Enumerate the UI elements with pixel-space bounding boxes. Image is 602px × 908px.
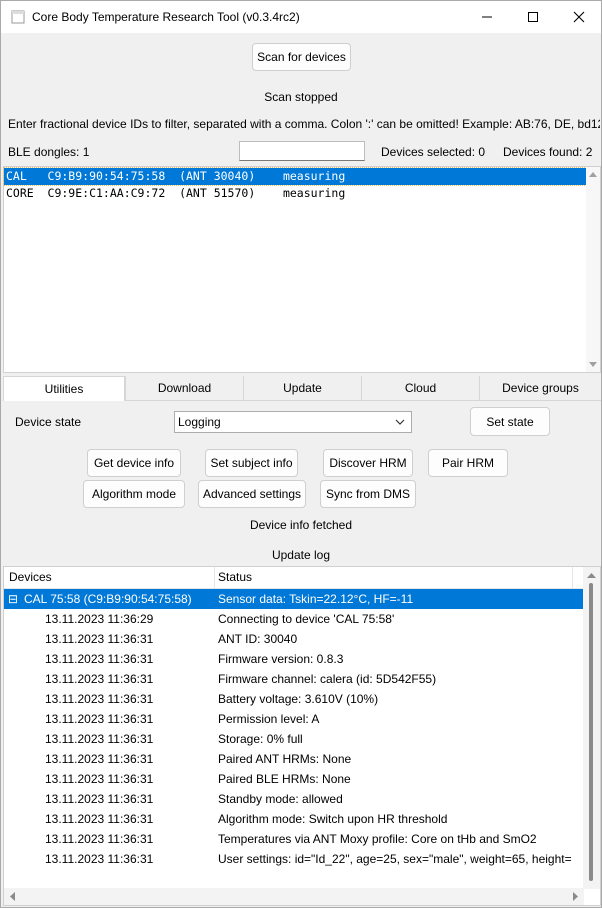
log-row[interactable]: 13.11.2023 11:36:31 Battery voltage: 3.61… (4, 689, 584, 709)
device-row[interactable]: CORE C9:9E:C1:AA:C9:72 (ANT 51570) measu… (4, 185, 586, 202)
tab-device-groups[interactable]: Device groups (479, 376, 601, 401)
log-row[interactable]: 13.11.2023 11:36:31 Storage: 0% full (4, 729, 584, 749)
log-status: Temperatures via ANT Moxy profile: Core … (218, 832, 537, 846)
log-vertical-scrollbar[interactable] (583, 567, 600, 889)
log-row[interactable]: 13.11.2023 11:36:31 Standby mode: allowed (4, 789, 584, 809)
log-time: 13.11.2023 11:36:31 (45, 692, 154, 706)
ble-dongles-label: BLE dongles: 1 (8, 145, 90, 159)
scroll-left-icon[interactable] (9, 892, 15, 901)
update-log-title: Update log (271, 548, 331, 562)
column-header-status[interactable]: Status (218, 570, 252, 584)
column-header-devices[interactable]: Devices (9, 570, 52, 584)
log-time: 13.11.2023 11:36:31 (45, 772, 154, 786)
scroll-down-icon[interactable] (589, 362, 597, 368)
log-row[interactable]: 13.11.2023 11:36:31 Permission level: A (4, 709, 584, 729)
devices-found-label: Devices found: 2 (503, 145, 593, 159)
log-time: 13.11.2023 11:36:31 (45, 832, 154, 846)
log-horizontal-scrollbar[interactable] (4, 888, 584, 905)
log-row[interactable]: 13.11.2023 11:36:31 Paired BLE HRMs: None (4, 769, 584, 789)
log-time: 13.11.2023 11:36:31 (45, 812, 154, 826)
tab-utilities[interactable]: Utilities (3, 376, 125, 401)
scroll-right-icon[interactable] (573, 892, 579, 901)
log-status: Connecting to device 'CAL 75:58' (218, 612, 395, 626)
tab-download[interactable]: Download (125, 376, 243, 401)
log-status: Paired BLE HRMs: None (218, 772, 351, 786)
log-row[interactable]: 13.11.2023 11:36:31 Algorithm mode: Switc… (4, 809, 584, 829)
utilities-status: Device info fetched (249, 518, 353, 532)
log-row[interactable]: 13.11.2023 11:36:31 Firmware version: 0.8… (4, 649, 584, 669)
scroll-thumb[interactable] (589, 583, 593, 881)
log-time: 13.11.2023 11:36:31 (45, 732, 154, 746)
log-row[interactable]: 13.11.2023 11:36:31 User settings: id="Id… (4, 849, 584, 869)
log-status: Battery voltage: 3.610V (10%) (218, 692, 379, 706)
minimize-button[interactable] (464, 1, 510, 33)
tab-update[interactable]: Update (243, 376, 361, 401)
device-state-label: Device state (15, 415, 82, 429)
log-row[interactable]: 13.11.2023 11:36:31 Firmware channel: cal… (4, 669, 584, 689)
log-status: Permission level: A (218, 712, 320, 726)
tab-cloud[interactable]: Cloud (361, 376, 479, 401)
log-row[interactable]: 13.11.2023 11:36:31 Temperatures via ANT … (4, 829, 584, 849)
log-time: 13.11.2023 11:36:31 (45, 752, 154, 766)
chevron-down-icon (395, 419, 405, 425)
log-time: 13.11.2023 11:36:31 (45, 652, 154, 666)
device-row[interactable]: CAL C9:B9:90:54:75:58 (ANT 30040) measur… (3, 167, 587, 186)
tab-bar: Utilities Download Update Cloud Device g… (3, 376, 601, 401)
log-row[interactable]: 13.11.2023 11:36:29 Connecting to device … (4, 609, 584, 629)
device-state-select[interactable]: Logging (174, 411, 412, 433)
log-status: Firmware channel: calera (id: 5D542F55) (218, 672, 437, 686)
log-status: Storage: 0% full (218, 732, 303, 746)
log-row[interactable]: 13.11.2023 11:36:31 ANT ID: 30040 (4, 629, 584, 649)
update-log-table[interactable]: Devices Status ⊟ CAL 75:58 (C9:B9:90:54:… (3, 566, 601, 906)
column-divider[interactable] (572, 567, 573, 589)
scroll-up-icon[interactable] (587, 572, 596, 578)
close-button[interactable] (556, 1, 602, 33)
sync-from-dms-button[interactable]: Sync from DMS (320, 480, 416, 508)
title-bar[interactable]: Core Body Temperature Research Tool (v0.… (1, 1, 601, 33)
app-icon (11, 10, 25, 24)
get-device-info-button[interactable]: Get device info (87, 449, 181, 477)
log-time: 13.11.2023 11:36:31 (45, 632, 154, 646)
log-status: Sensor data: Tskin=22.12°C, HF=-11 (218, 592, 414, 606)
devices-selected-label: Devices selected: 0 (381, 145, 486, 159)
log-status: Standby mode: allowed (218, 792, 343, 806)
device-state-value: Logging (178, 415, 221, 429)
filter-instruction: Enter fractional device IDs to filter, s… (8, 117, 600, 131)
advanced-settings-button[interactable]: Advanced settings (198, 480, 306, 508)
log-status: Firmware version: 0.8.3 (218, 652, 344, 666)
scan-for-devices-button[interactable]: Scan for devices (252, 43, 351, 71)
algorithm-mode-button[interactable]: Algorithm mode (83, 480, 185, 508)
log-time: 13.11.2023 11:36:31 (45, 712, 154, 726)
log-status: ANT ID: 30040 (218, 632, 298, 646)
device-list[interactable]: CAL C9:B9:90:54:75:58 (ANT 30040) measur… (3, 166, 601, 373)
log-status: User settings: id="Id_22", age=25, sex="… (218, 852, 572, 866)
collapse-icon[interactable]: ⊟ (8, 589, 18, 609)
log-time: 13.11.2023 11:36:31 (45, 792, 154, 806)
log-time: 13.11.2023 11:36:29 (45, 612, 154, 626)
maximize-button[interactable] (510, 1, 556, 33)
log-status: Algorithm mode: Switch upon HR threshold (218, 812, 448, 826)
log-status: Paired ANT HRMs: None (218, 752, 352, 766)
app-window: Core Body Temperature Research Tool (v0.… (0, 0, 602, 908)
pair-hrm-button[interactable]: Pair HRM (428, 449, 508, 477)
window-title: Core Body Temperature Research Tool (v0.… (32, 10, 300, 24)
maximize-icon (528, 12, 538, 22)
log-time: 13.11.2023 11:36:31 (45, 852, 154, 866)
scan-status: Scan stopped (264, 90, 338, 104)
discover-hrm-button[interactable]: Discover HRM (323, 449, 413, 477)
column-divider[interactable] (214, 567, 215, 589)
log-header: Devices Status (4, 567, 584, 589)
close-icon (573, 11, 585, 23)
minimize-icon (482, 16, 492, 18)
set-subject-info-button[interactable]: Set subject info (205, 449, 298, 477)
device-filter-input[interactable] (239, 141, 365, 161)
scroll-up-icon[interactable] (589, 171, 597, 177)
device-list-scrollbar[interactable] (586, 167, 600, 372)
log-row[interactable]: 13.11.2023 11:36:31 Paired ANT HRMs: None (4, 749, 584, 769)
log-parent-row[interactable]: ⊟ CAL 75:58 (C9:B9:90:54:75:58) Sensor d… (4, 589, 584, 609)
log-time: 13.11.2023 11:36:31 (45, 672, 154, 686)
set-state-button[interactable]: Set state (470, 407, 550, 436)
log-device: CAL 75:58 (C9:B9:90:54:75:58) (24, 592, 192, 606)
